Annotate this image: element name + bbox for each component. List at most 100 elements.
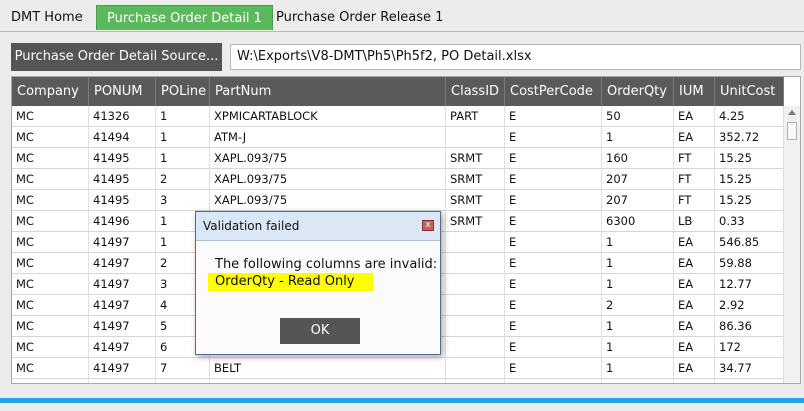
cell-unitcost[interactable]: 4.25 bbox=[715, 106, 784, 126]
cell-ium[interactable]: EA bbox=[674, 253, 715, 273]
cell-unitcost[interactable]: 34.77 bbox=[715, 358, 784, 378]
cell-company[interactable]: MC bbox=[12, 169, 89, 189]
tab-purchase-order-detail-1[interactable]: Purchase Order Detail 1 bbox=[96, 5, 273, 30]
scrollbar-thumb[interactable] bbox=[787, 122, 797, 140]
column-header-partnum[interactable]: PartNum bbox=[210, 77, 446, 106]
cell-orderqty[interactable]: 1 bbox=[602, 232, 674, 252]
cell-unitcost[interactable]: 0.33 bbox=[715, 211, 784, 231]
table-row[interactable]: MC414978ANKFSFBCART E1EA174.37 bbox=[12, 379, 784, 383]
cell-costpercode[interactable]: E bbox=[505, 295, 602, 315]
cell-ponum[interactable]: 41497 bbox=[89, 274, 156, 294]
cell-ponum[interactable]: 41494 bbox=[89, 127, 156, 147]
cell-costpercode[interactable]: E bbox=[505, 274, 602, 294]
cell-ium[interactable]: EA bbox=[674, 106, 715, 126]
cell-company[interactable]: MC bbox=[12, 127, 89, 147]
scroll-up-arrow-icon[interactable] bbox=[788, 110, 796, 115]
cell-ponum[interactable]: 41497 bbox=[89, 358, 156, 378]
cell-classid[interactable] bbox=[446, 379, 505, 383]
cell-classid[interactable] bbox=[446, 295, 505, 315]
cell-unitcost[interactable]: 2.92 bbox=[715, 295, 784, 315]
source-path-field[interactable]: W:\Exports\V8-DMT\Ph5\Ph5f2, PO Detail.x… bbox=[230, 44, 801, 70]
cell-classid[interactable]: PART bbox=[446, 106, 505, 126]
cell-ium[interactable]: EA bbox=[674, 316, 715, 336]
cell-poline[interactable]: 1 bbox=[156, 148, 210, 168]
cell-company[interactable]: MC bbox=[12, 358, 89, 378]
cell-poline[interactable]: 2 bbox=[156, 169, 210, 189]
cell-poline[interactable]: 3 bbox=[156, 190, 210, 210]
vertical-scrollbar[interactable] bbox=[783, 106, 800, 383]
cell-ponum[interactable]: 41496 bbox=[89, 211, 156, 231]
cell-unitcost[interactable]: 15.25 bbox=[715, 148, 784, 168]
cell-poline[interactable]: 7 bbox=[156, 358, 210, 378]
cell-partnum[interactable]: XAPL.093/75 bbox=[210, 148, 446, 168]
cell-poline[interactable]: 1 bbox=[156, 127, 210, 147]
cell-orderqty[interactable]: 1 bbox=[602, 316, 674, 336]
cell-unitcost[interactable]: 172 bbox=[715, 337, 784, 357]
cell-company[interactable]: MC bbox=[12, 295, 89, 315]
cell-classid[interactable] bbox=[446, 127, 505, 147]
column-header-company[interactable]: Company bbox=[12, 77, 89, 106]
column-header-poline[interactable]: POLine bbox=[156, 77, 210, 106]
cell-partnum[interactable]: ANKFSFBCART bbox=[210, 379, 446, 383]
cell-ium[interactable]: FT bbox=[674, 169, 715, 189]
cell-costpercode[interactable]: E bbox=[505, 232, 602, 252]
cell-classid[interactable] bbox=[446, 316, 505, 336]
cell-company[interactable]: MC bbox=[12, 148, 89, 168]
cell-ponum[interactable]: 41495 bbox=[89, 148, 156, 168]
cell-company[interactable]: MC bbox=[12, 379, 89, 383]
cell-ponum[interactable]: 41497 bbox=[89, 316, 156, 336]
cell-classid[interactable]: SRMT bbox=[446, 211, 505, 231]
cell-classid[interactable] bbox=[446, 337, 505, 357]
cell-costpercode[interactable]: E bbox=[505, 379, 602, 383]
tab-dmt-home[interactable]: DMT Home bbox=[1, 5, 93, 30]
cell-unitcost[interactable]: 15.25 bbox=[715, 169, 784, 189]
cell-costpercode[interactable]: E bbox=[505, 190, 602, 210]
cell-ium[interactable]: EA bbox=[674, 337, 715, 357]
tab-purchase-order-release-1[interactable]: Purchase Order Release 1 bbox=[266, 5, 453, 30]
cell-classid[interactable]: SRMT bbox=[446, 148, 505, 168]
cell-classid[interactable]: SRMT bbox=[446, 190, 505, 210]
cell-ponum[interactable]: 41326 bbox=[89, 106, 156, 126]
table-row[interactable]: MC 41495 1 XAPL.093/75 SRMT E 160 FT 15.25 bbox=[12, 148, 784, 169]
cell-ium[interactable]: LB bbox=[674, 211, 715, 231]
cell-classid[interactable] bbox=[446, 232, 505, 252]
cell-classid[interactable] bbox=[446, 358, 505, 378]
cell-company[interactable]: MC bbox=[12, 316, 89, 336]
column-header-orderqty[interactable]: OrderQty bbox=[602, 77, 674, 106]
cell-orderqty[interactable]: 207 bbox=[602, 190, 674, 210]
cell-company[interactable]: MC bbox=[12, 274, 89, 294]
cell-ponum[interactable]: 41495 bbox=[89, 169, 156, 189]
cell-ponum[interactable]: 41497 bbox=[89, 379, 156, 383]
cell-ponum[interactable]: 41495 bbox=[89, 190, 156, 210]
cell-company[interactable]: MC bbox=[12, 211, 89, 231]
cell-ium[interactable]: EA bbox=[674, 295, 715, 315]
cell-unitcost[interactable]: 352.72 bbox=[715, 127, 784, 147]
table-row[interactable]: MC 41495 2 XAPL.093/75 SRMT E 207 FT 15.25 bbox=[12, 169, 784, 190]
table-row[interactable]: MC 41494 1 ATM-J E 1 EA 352.72 bbox=[12, 127, 784, 148]
cell-orderqty[interactable]: 207 bbox=[602, 169, 674, 189]
cell-orderqty[interactable]: 6300 bbox=[602, 211, 674, 231]
cell-company[interactable]: MC bbox=[12, 337, 89, 357]
cell-company[interactable]: MC bbox=[12, 253, 89, 273]
cell-ium[interactable]: EA bbox=[674, 358, 715, 378]
cell-orderqty[interactable]: 2 bbox=[602, 295, 674, 315]
cell-unitcost[interactable]: 12.77 bbox=[715, 274, 784, 294]
cell-unitcost[interactable]: 546.85 bbox=[715, 232, 784, 252]
cell-classid[interactable]: SRMT bbox=[446, 169, 505, 189]
cell-classid[interactable] bbox=[446, 253, 505, 273]
cell-costpercode[interactable]: E bbox=[505, 211, 602, 231]
cell-orderqty[interactable]: 1 bbox=[602, 127, 674, 147]
cell-partnum[interactable]: ATM-J bbox=[210, 127, 446, 147]
cell-orderqty[interactable]: 1 bbox=[602, 358, 674, 378]
cell-partnum[interactable]: XAPL.093/75 bbox=[210, 190, 446, 210]
cell-costpercode[interactable]: E bbox=[505, 253, 602, 273]
cell-costpercode[interactable]: E bbox=[505, 127, 602, 147]
column-header-unitcost[interactable]: UnitCost bbox=[715, 77, 784, 106]
cell-company[interactable]: MC bbox=[12, 106, 89, 126]
cell-classid[interactable] bbox=[446, 274, 505, 294]
cell-ponum[interactable]: 41497 bbox=[89, 253, 156, 273]
table-row[interactable]: MC 41495 3 XAPL.093/75 SRMT E 207 FT 15.25 bbox=[12, 190, 784, 211]
cell-company[interactable]: MC bbox=[12, 190, 89, 210]
close-icon[interactable]: x bbox=[422, 220, 434, 231]
cell-orderqty[interactable]: 1 bbox=[602, 379, 674, 383]
